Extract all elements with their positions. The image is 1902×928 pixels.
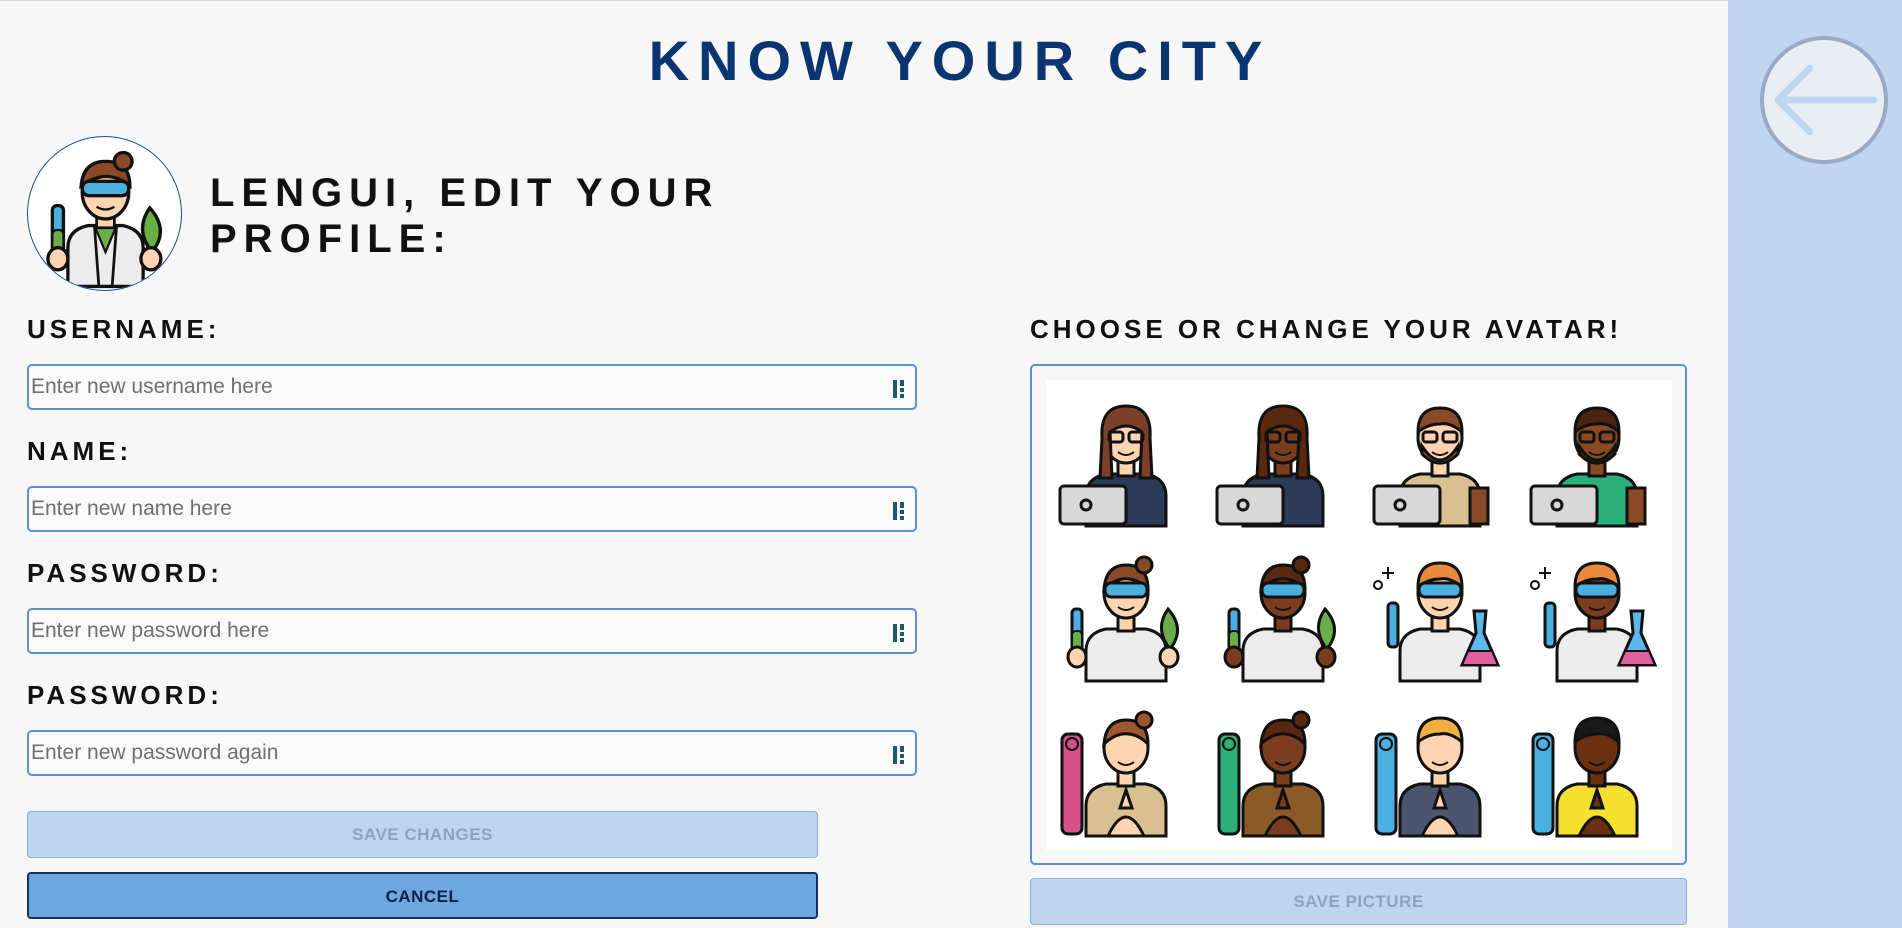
developer-man-light-avatar-icon bbox=[1372, 406, 1490, 528]
cancel-button[interactable]: CANCEL bbox=[27, 872, 818, 919]
avatar-option-scientist-man-light[interactable] bbox=[1370, 543, 1510, 683]
name-input[interactable] bbox=[29, 488, 915, 530]
profile-heading: LENGUI, EDIT YOUR PROFILE: bbox=[210, 171, 720, 261]
avatar-option-developer-man-dark[interactable] bbox=[1527, 388, 1667, 528]
name-field bbox=[27, 486, 917, 532]
username-input[interactable] bbox=[29, 366, 915, 408]
username-label: USERNAME: bbox=[27, 314, 221, 344]
avatar-option-scientist-woman-light[interactable] bbox=[1056, 543, 1196, 683]
avatar-option-yoga-man-light[interactable] bbox=[1370, 698, 1510, 838]
avatar-option-yoga-woman-light[interactable] bbox=[1056, 698, 1196, 838]
password-input[interactable] bbox=[29, 610, 915, 652]
username-field bbox=[27, 364, 917, 410]
avatar-option-developer-man-light[interactable] bbox=[1370, 388, 1510, 528]
app-title: KNOW YOUR CITY bbox=[648, 29, 1272, 92]
save-changes-button[interactable]: SAVE CHANGES bbox=[27, 811, 818, 858]
yoga-woman-light-avatar-icon bbox=[1060, 710, 1168, 838]
password-label: PASSWORD: bbox=[27, 558, 223, 588]
avatar-option-developer-woman-dark[interactable] bbox=[1213, 388, 1353, 528]
password-manager-key-icon[interactable] bbox=[892, 622, 908, 644]
scientist-man-dark-avatar-icon bbox=[1530, 561, 1658, 683]
yoga-man-dark-avatar-icon bbox=[1531, 716, 1639, 838]
scientist-woman-light-avatar-icon bbox=[1066, 555, 1180, 683]
password-field bbox=[27, 608, 917, 654]
avatar-option-yoga-man-dark[interactable] bbox=[1527, 698, 1667, 838]
scientist-woman-dark-avatar-icon bbox=[1223, 555, 1337, 683]
avatar-grid bbox=[1046, 380, 1672, 850]
name-label: NAME: bbox=[27, 436, 133, 466]
password-confirm-input[interactable] bbox=[29, 732, 915, 774]
avatar-option-scientist-man-dark[interactable] bbox=[1527, 543, 1667, 683]
save-picture-button[interactable]: SAVE PICTURE bbox=[1030, 878, 1687, 925]
avatar-option-yoga-woman-dark[interactable] bbox=[1213, 698, 1353, 838]
scientist-man-light-avatar-icon bbox=[1373, 561, 1501, 683]
avatar-option-developer-woman-light[interactable] bbox=[1056, 388, 1196, 528]
password-manager-key-icon[interactable] bbox=[892, 500, 908, 522]
password-manager-key-icon[interactable] bbox=[892, 744, 908, 766]
developer-man-dark-avatar-icon bbox=[1529, 406, 1647, 528]
avatar-option-scientist-woman-dark[interactable] bbox=[1213, 543, 1353, 683]
avatar-picker bbox=[1030, 364, 1687, 865]
password-manager-key-icon[interactable] bbox=[892, 378, 908, 400]
developer-woman-dark-avatar-icon bbox=[1215, 404, 1325, 528]
yoga-woman-dark-avatar-icon bbox=[1217, 710, 1325, 838]
profile-avatar bbox=[27, 136, 182, 291]
developer-woman-light-avatar-icon bbox=[1058, 404, 1168, 528]
password-confirm-label: PASSWORD: bbox=[27, 680, 223, 710]
avatar-picker-heading: CHOOSE OR CHANGE YOUR AVATAR! bbox=[1030, 314, 1623, 344]
scientist-woman-avatar-icon bbox=[46, 150, 163, 289]
password-confirm-field bbox=[27, 730, 917, 776]
yoga-man-light-avatar-icon bbox=[1374, 716, 1482, 838]
